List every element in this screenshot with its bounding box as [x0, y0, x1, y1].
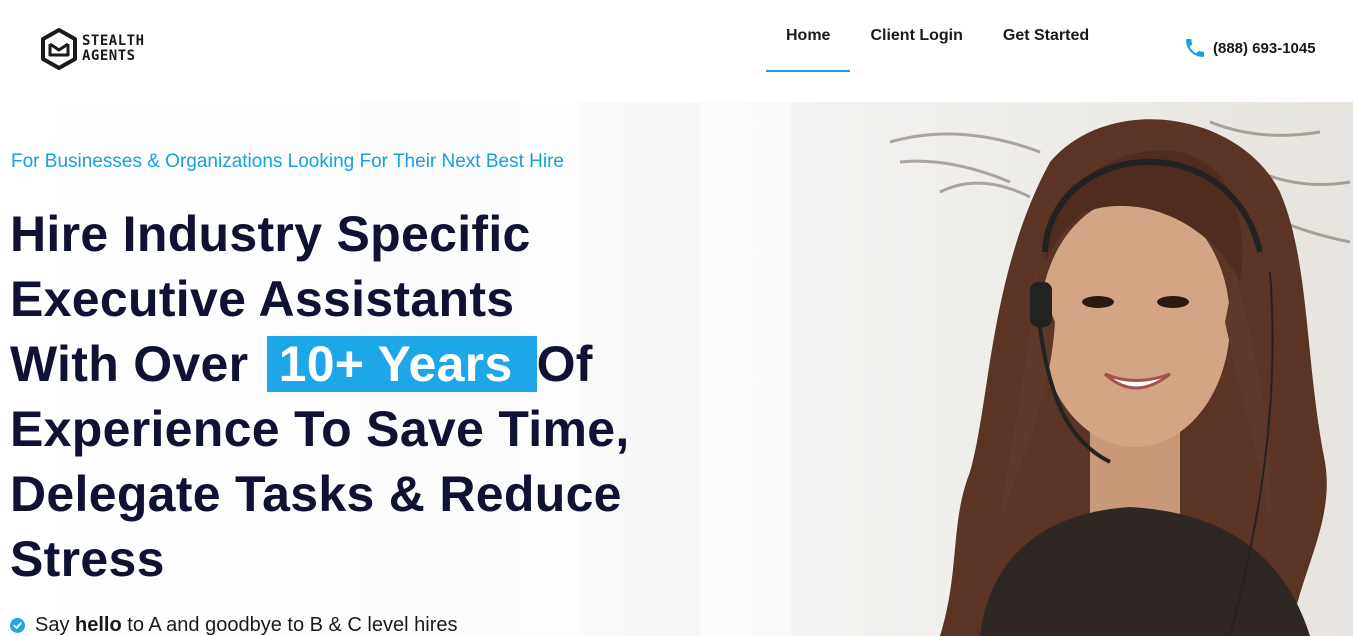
hero-bullet: Say hello to A and goodbye to B & C leve…: [10, 614, 457, 636]
headline-line-3-end: Of: [536, 336, 593, 392]
logo-icon: [41, 28, 77, 70]
logo-line-1: STEALTH: [82, 33, 145, 49]
nav-home[interactable]: Home: [766, 0, 851, 72]
headline-line-3-start: With Over: [10, 336, 263, 392]
phone-link[interactable]: (888) 693-1045: [1183, 36, 1316, 60]
hero-photo-woman-with-headset: [889, 119, 1351, 636]
bullet-text-start: Say: [35, 614, 76, 636]
hero-headline: Hire Industry Specific Executive Assista…: [10, 202, 770, 592]
headline-line-5: Delegate Tasks & Reduce: [10, 466, 622, 522]
headline-line-3: With Over 10+ Years Of: [10, 332, 770, 397]
nav-get-started[interactable]: Get Started: [983, 0, 1109, 72]
brand-logo[interactable]: STEALTH AGENTS: [40, 28, 145, 70]
hero-section: For Businesses & Organizations Looking F…: [0, 102, 1353, 636]
logo-wordmark: STEALTH AGENTS: [82, 34, 145, 64]
logo-line-2: AGENTS: [82, 48, 136, 64]
headline-line-4: Experience To Save Time,: [10, 401, 630, 457]
check-circle-icon: [10, 618, 25, 633]
main-nav: Home Client Login Get Started: [766, 0, 1109, 102]
phone-icon: [1186, 39, 1204, 57]
bullet-text-bold: hello: [75, 614, 122, 636]
phone-number: (888) 693-1045: [1213, 39, 1316, 57]
headline-line-2: Executive Assistants: [10, 271, 515, 327]
headline-line-1: Hire Industry Specific: [10, 206, 531, 262]
site-header: STEALTH AGENTS Home Client Login Get Sta…: [0, 0, 1353, 102]
hero-eyebrow: For Businesses & Organizations Looking F…: [11, 151, 564, 172]
bullet-text-end: to A and goodbye to B & C level hires: [121, 614, 458, 636]
nav-client-login[interactable]: Client Login: [850, 0, 982, 72]
headline-highlight: 10+ Years: [266, 336, 537, 392]
headline-line-6: Stress: [10, 531, 165, 587]
